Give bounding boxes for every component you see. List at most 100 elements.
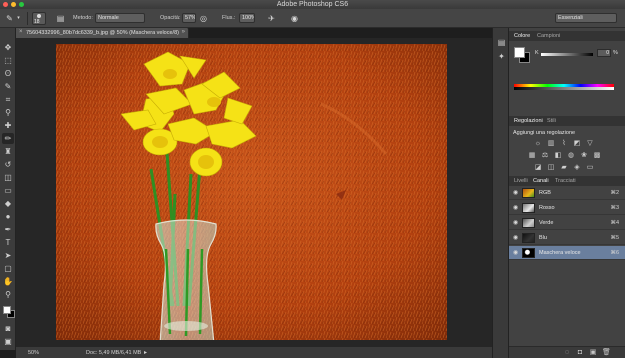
selective-color-icon[interactable]: ◈	[572, 163, 582, 172]
foreground-color-swatch-panel[interactable]	[514, 47, 525, 58]
history-panel-icon[interactable]: ▤	[496, 38, 507, 48]
document-tab[interactable]: × 75604332996_80b7dc6339_b.jpg @ 50% (Ma…	[16, 28, 189, 38]
marquee-tool-icon[interactable]: ⬚	[2, 55, 14, 66]
visibility-eye-icon[interactable]: ◉	[513, 189, 518, 196]
type-tool-icon[interactable]: T	[2, 237, 14, 248]
pen-tool-icon[interactable]: ✒	[2, 224, 14, 235]
size-pressure-icon[interactable]: ◉	[289, 13, 300, 24]
visibility-eye-icon[interactable]: ◉	[513, 249, 518, 256]
history-brush-tool-icon[interactable]: ↺	[2, 159, 14, 170]
properties-panel-icon[interactable]: ✦	[496, 52, 507, 62]
brush-dot-icon	[37, 14, 41, 18]
channel-shortcut: ⌘4	[610, 220, 619, 226]
shape-tool-icon[interactable]: ▢	[2, 263, 14, 274]
color-spectrum-bar[interactable]	[514, 84, 614, 90]
load-selection-icon[interactable]: ◌	[563, 349, 571, 357]
k-channel-value[interactable]: 0	[597, 49, 611, 57]
brightness-icon[interactable]: ☼	[533, 139, 543, 148]
move-tool-icon[interactable]: ✥	[2, 42, 14, 53]
channel-name: RGB	[539, 190, 551, 196]
path-selection-tool-icon[interactable]: ➤	[2, 250, 14, 261]
curves-icon[interactable]: ⌇	[559, 139, 569, 148]
document-image[interactable]	[56, 44, 447, 340]
channel-name: Blu	[539, 235, 547, 241]
healing-brush-tool-icon[interactable]: ✚	[2, 120, 14, 131]
channel-shortcut: ⌘2	[610, 190, 619, 196]
quick-mask-mode-icon[interactable]: ◙	[2, 323, 14, 334]
channel-thumbnail	[522, 233, 535, 243]
panel-dock: Colore Campioni K 0 % Regolazioni Stili …	[509, 28, 625, 358]
tab-paths[interactable]: Tracciati	[555, 178, 576, 184]
channel-thumbnail	[522, 188, 535, 198]
k-channel-label: K	[535, 50, 539, 56]
channel-name: Maschera veloce	[539, 250, 581, 256]
eyedropper-tool-icon[interactable]: ⚲	[2, 107, 14, 118]
new-channel-icon[interactable]: ▣	[589, 349, 597, 357]
quick-selection-tool-icon[interactable]: ✎	[2, 81, 14, 92]
mode-select[interactable]: Normale	[95, 13, 145, 23]
workspace-select[interactable]: Essenziali	[555, 13, 617, 23]
posterize-icon[interactable]: ◫	[546, 163, 556, 172]
screen-mode-icon[interactable]: ▣	[2, 336, 14, 347]
flow-field[interactable]: 100%	[239, 13, 255, 23]
threshold-icon[interactable]: ▰	[559, 163, 569, 172]
channel-row-blue[interactable]: ◉ Blu ⌘5	[509, 231, 625, 245]
clone-stamp-tool-icon[interactable]: ♜	[2, 146, 14, 157]
opacity-field[interactable]: 57%	[182, 13, 196, 23]
tab-color[interactable]: Colore	[514, 33, 530, 39]
gradient-tool-icon[interactable]: ▭	[2, 185, 14, 196]
zoom-level[interactable]: 50%	[28, 350, 39, 356]
close-document-icon[interactable]: ×	[19, 29, 23, 35]
brush-panel-icon[interactable]: ▤	[55, 13, 66, 24]
lasso-tool-icon[interactable]: ʘ	[2, 68, 14, 79]
k-channel-percent: %	[613, 50, 618, 56]
k-channel-slider[interactable]	[541, 53, 593, 56]
blur-tool-icon[interactable]: ◆	[2, 198, 14, 209]
tab-overflow-icon[interactable]: »	[182, 29, 185, 35]
title-bar: Adobe Photoshop CS6	[0, 0, 625, 9]
visibility-eye-icon[interactable]: ◉	[513, 234, 518, 241]
visibility-eye-icon[interactable]: ◉	[513, 204, 518, 211]
zoom-tool-icon[interactable]: ⚲	[2, 289, 14, 300]
photo-filter-icon[interactable]: ◍	[566, 151, 576, 160]
mode-label: Metodo:	[73, 15, 93, 21]
tab-swatches[interactable]: Campioni	[537, 33, 560, 39]
gradient-map-icon[interactable]: ▭	[585, 163, 595, 172]
eraser-tool-icon[interactable]: ◫	[2, 172, 14, 183]
vibrance-icon[interactable]: ▽	[585, 139, 595, 148]
dodge-tool-icon[interactable]: ●	[2, 211, 14, 222]
opacity-label: Opacità:	[160, 15, 181, 21]
hand-tool-icon[interactable]: ✋	[2, 276, 14, 287]
airbrush-icon[interactable]: ✈	[266, 13, 277, 24]
channel-thumbnail	[522, 203, 535, 213]
brush-size-value: 18	[34, 19, 40, 25]
tab-styles[interactable]: Stili	[547, 118, 556, 124]
canvas-area[interactable]	[16, 38, 492, 346]
channel-row-green[interactable]: ◉ Verde ⌘4	[509, 216, 625, 230]
exposure-icon[interactable]: ◩	[572, 139, 582, 148]
status-menu-icon[interactable]: ▸	[144, 349, 147, 356]
chevron-down-icon[interactable]: ▾	[13, 13, 24, 24]
crop-tool-icon[interactable]: ⌗	[2, 94, 14, 105]
channel-mixer-icon[interactable]: ❀	[579, 151, 589, 160]
invert-icon[interactable]: ◪	[533, 163, 543, 172]
visibility-eye-icon[interactable]: ◉	[513, 219, 518, 226]
tab-adjustments[interactable]: Regolazioni	[514, 118, 543, 124]
channel-row-quick-mask[interactable]: ◉ Maschera veloce ⌘6	[509, 246, 625, 260]
save-selection-icon[interactable]: ◘	[576, 349, 584, 357]
black-white-icon[interactable]: ◧	[553, 151, 563, 160]
hue-saturation-icon[interactable]: ▦	[527, 151, 537, 160]
brush-tool-icon[interactable]: ✏	[2, 133, 14, 144]
foreground-color-swatch[interactable]	[3, 306, 11, 314]
channel-row-rgb[interactable]: ◉ RGB ⌘2	[509, 186, 625, 200]
channel-row-red[interactable]: ◉ Rosso ⌘3	[509, 201, 625, 215]
levels-icon[interactable]: ▥	[546, 139, 556, 148]
color-lookup-icon[interactable]: ▩	[592, 151, 602, 160]
tab-layers[interactable]: Livelli	[514, 178, 528, 184]
color-balance-icon[interactable]: ⚖	[540, 151, 550, 160]
brush-size-picker[interactable]: 18	[32, 12, 46, 25]
opacity-pressure-icon[interactable]: ◎	[198, 13, 209, 24]
adjustments-title: Aggiungi una regolazione	[513, 130, 576, 136]
trash-icon[interactable]: 🗑	[602, 349, 611, 357]
tab-channels[interactable]: Canali	[533, 178, 549, 184]
